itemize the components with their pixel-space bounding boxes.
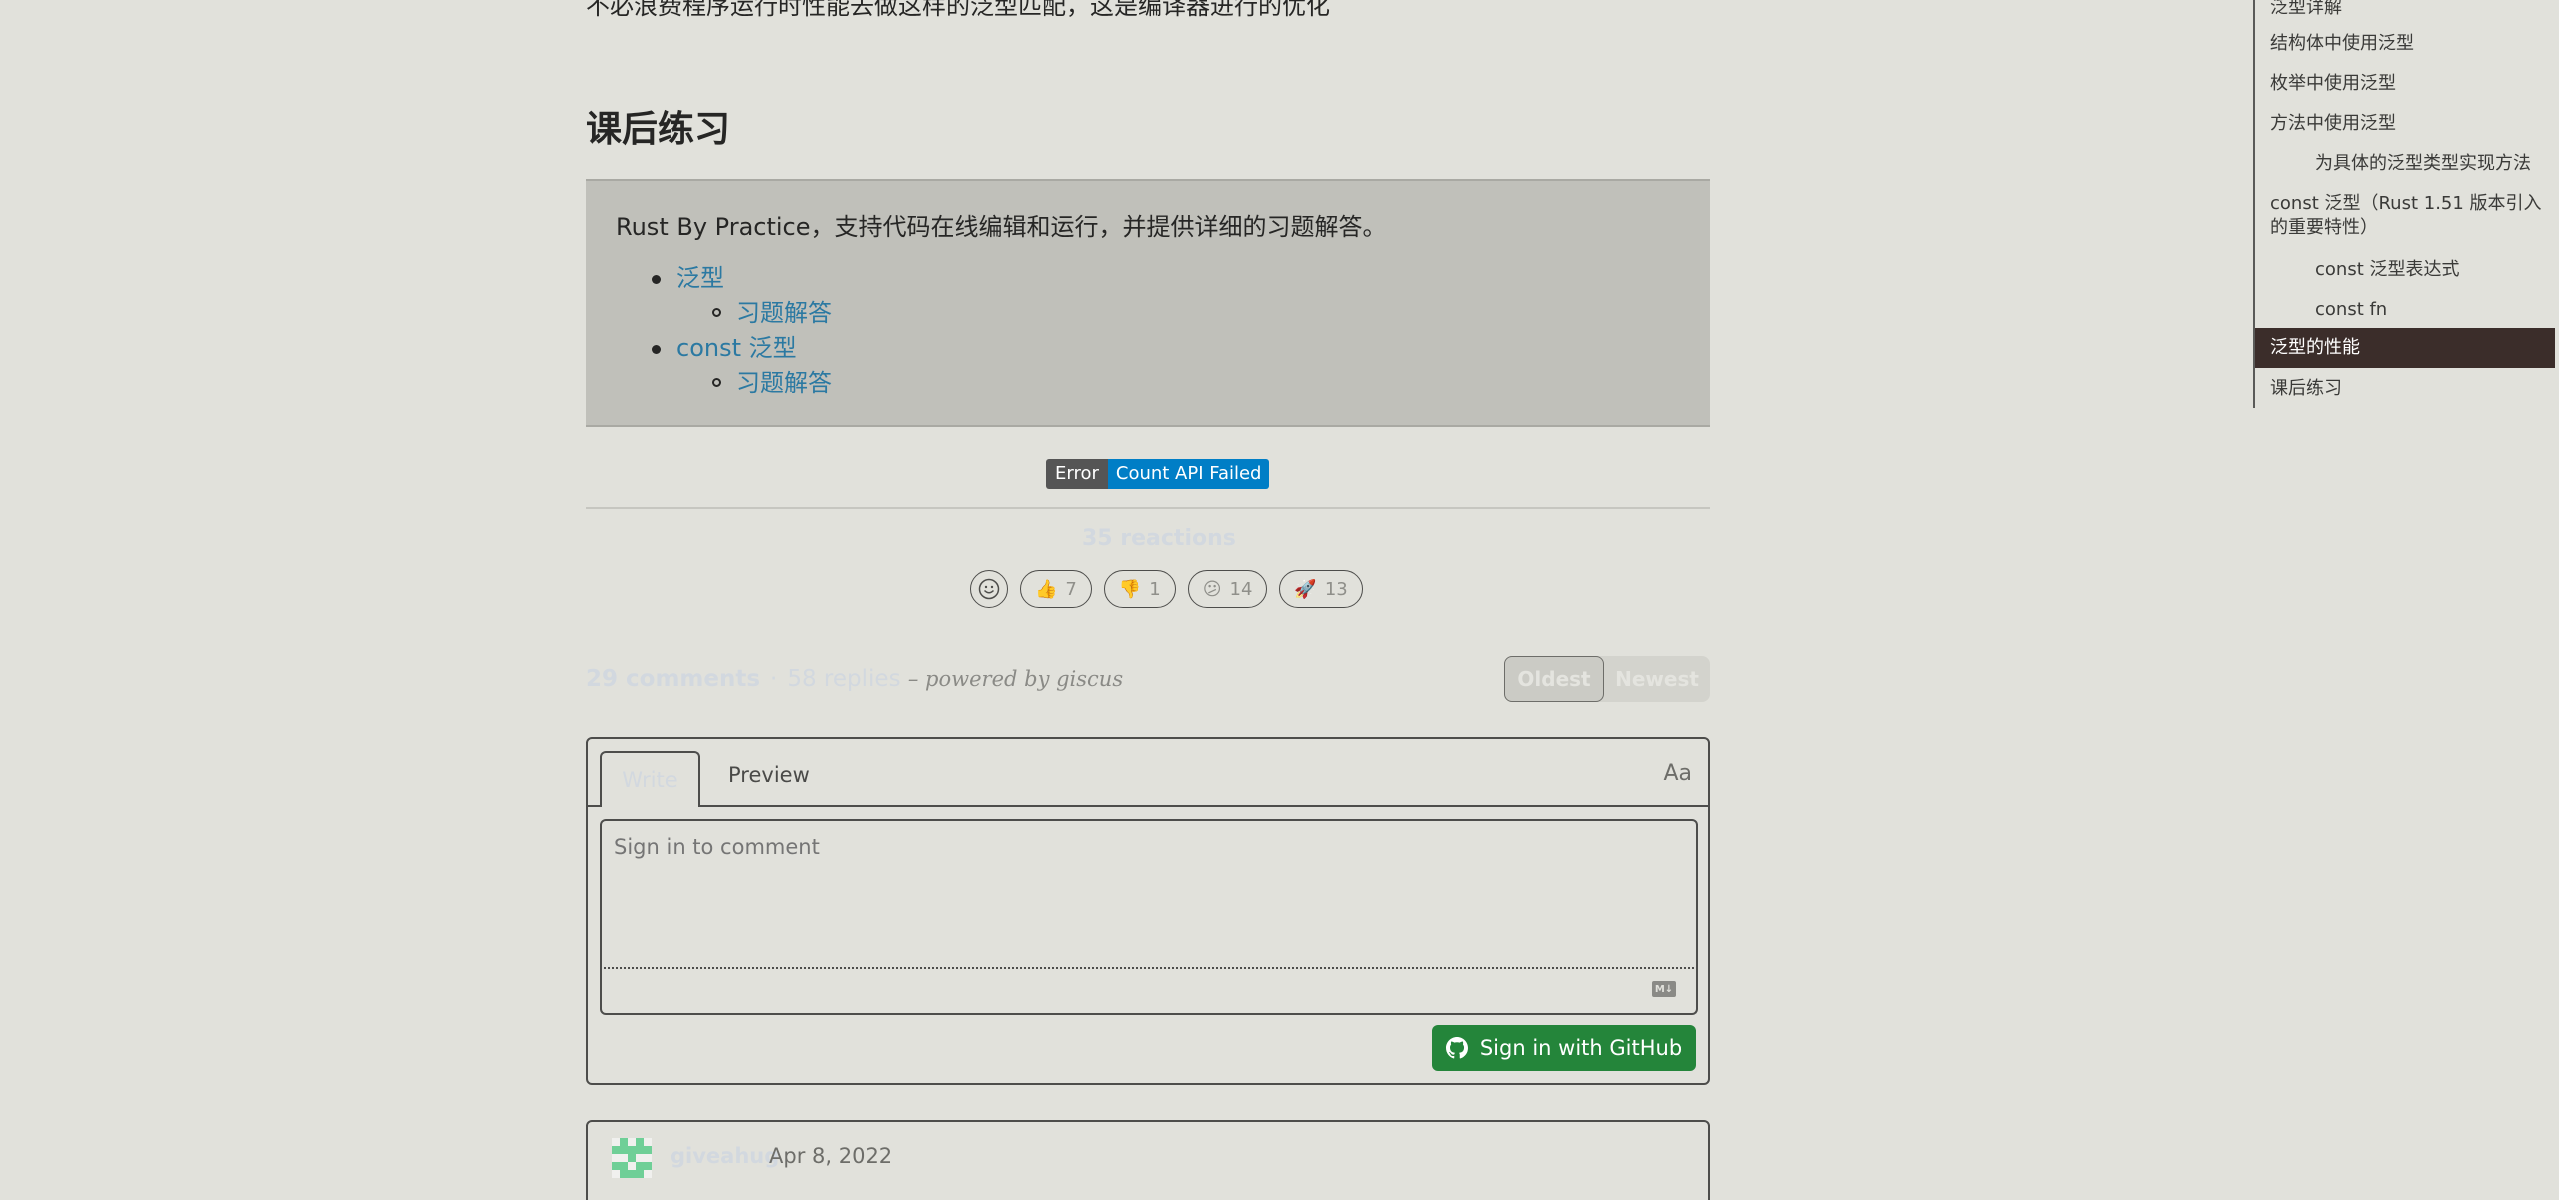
list-item: 习题解答 <box>712 296 832 331</box>
reaction-thumbs-up[interactable]: 👍 7 <box>1020 570 1092 608</box>
reaction-count: 13 <box>1324 578 1348 600</box>
sign-in-github-button[interactable]: Sign in with GitHub <box>1432 1025 1696 1071</box>
page: 不必浪费程序运行时性能去做这样的泛型匹配，这是编译器进行的优化 课后练习 Rus… <box>0 0 2559 1200</box>
visit-count-badge: Error Count API Failed <box>1046 459 1270 489</box>
sort-toggle: Oldest Newest <box>1504 656 1710 702</box>
confused-face-icon: 😕 <box>1202 578 1222 600</box>
rocket-icon: 🚀 <box>1294 578 1317 600</box>
editor-footer: M↓ <box>600 969 1698 1015</box>
badge-message: Count API Failed <box>1107 459 1270 489</box>
github-icon <box>1445 1037 1468 1059</box>
toc-item[interactable]: const 泛型表达式 <box>2255 258 2555 282</box>
comment-author[interactable]: giveahug <box>670 1144 779 1168</box>
divider <box>586 507 1710 509</box>
list-item: 泛型 <box>652 261 832 296</box>
comment-date[interactable]: Apr 8, 2022 <box>769 1144 892 1168</box>
editor-tabs: Write Preview Aa <box>588 739 1708 807</box>
practice-links-list: 泛型 习题解答 const 泛型 习题解答 <box>652 261 832 401</box>
practice-blockquote: Rust By Practice，支持代码在线编辑和运行，并提供详细的习题解答。… <box>586 179 1710 427</box>
list-item: 习题解答 <box>712 366 832 401</box>
link-const-generics-solutions[interactable]: 习题解答 <box>736 369 832 397</box>
list-item: const 泛型 <box>652 331 832 366</box>
toc-item[interactable]: 枚举中使用泛型 <box>2255 72 2555 96</box>
table-of-contents: 泛型详解 结构体中使用泛型 枚举中使用泛型 方法中使用泛型 为具体的泛型类型实现… <box>2253 0 2555 408</box>
link-generics-solutions[interactable]: 习题解答 <box>736 299 832 327</box>
comment-editor: Write Preview Aa M↓ Sign in with GitHub <box>586 737 1710 1085</box>
reaction-confused[interactable]: 😕 14 <box>1187 570 1268 608</box>
add-reaction-button[interactable] <box>970 570 1008 608</box>
reaction-count: 14 <box>1229 578 1253 600</box>
thumbs-up-icon: 👍 <box>1035 578 1058 600</box>
tab-preview[interactable]: Preview <box>728 763 810 787</box>
toc-item[interactable]: const 泛型（Rust 1.51 版本引入的重要特性） <box>2255 192 2555 240</box>
link-generics[interactable]: 泛型 <box>676 264 724 292</box>
toc-item[interactable]: 方法中使用泛型 <box>2255 112 2555 136</box>
practice-description: Rust By Practice，支持代码在线编辑和运行，并提供详细的习题解答。 <box>616 213 1387 241</box>
toc-item[interactable]: 为具体的泛型类型实现方法 <box>2255 152 2555 176</box>
comment-card: giveahug Apr 8, 2022 <box>586 1120 1710 1200</box>
markdown-icon: M↓ <box>1652 981 1676 997</box>
tab-write[interactable]: Write <box>600 751 700 807</box>
sort-newest-button[interactable]: Newest <box>1604 656 1710 702</box>
article-cut-text: 不必浪费程序运行时性能去做这样的泛型匹配，这是编译器进行的优化 <box>586 0 1330 20</box>
reaction-count: 1 <box>1149 578 1161 600</box>
reactions-bar: 👍 7 👎 1 😕 14 🚀 13 <box>970 570 1363 608</box>
reaction-rocket[interactable]: 🚀 13 <box>1279 570 1363 608</box>
toc-item[interactable]: 课后练习 <box>2255 377 2555 401</box>
reaction-thumbs-down[interactable]: 👎 1 <box>1103 570 1176 608</box>
badge-label: Error <box>1046 459 1108 489</box>
sort-oldest-button[interactable]: Oldest <box>1504 656 1604 702</box>
powered-by-giscus[interactable]: – powered by giscus <box>908 667 1123 691</box>
link-const-generics[interactable]: const 泛型 <box>676 334 797 362</box>
discussion-summary: 29 comments · 58 replies – powered by gisc… <box>586 666 1123 692</box>
toc-item[interactable]: 泛型详解 <box>2255 0 2555 20</box>
sign-in-label: Sign in with GitHub <box>1479 1036 1683 1060</box>
toc-item[interactable]: const fn <box>2255 298 2555 322</box>
toc-item[interactable]: 结构体中使用泛型 <box>2255 32 2555 56</box>
comments-count: 29 comments <box>586 666 761 692</box>
reaction-count: 7 <box>1065 578 1077 600</box>
comment-input[interactable] <box>600 819 1698 969</box>
replies-count: 58 replies <box>787 666 901 692</box>
exercise-heading: 课后练习 <box>586 109 731 150</box>
thumbs-down-icon: 👎 <box>1118 578 1142 600</box>
separator-dot: · <box>770 666 778 692</box>
avatar[interactable] <box>612 1138 652 1178</box>
smiley-icon <box>978 578 1000 600</box>
reactions-count: 35 reactions <box>1082 526 1236 551</box>
toc-item-active[interactable]: 泛型的性能 <box>2255 328 2555 368</box>
font-size-toggle-button[interactable]: Aa <box>1663 761 1692 786</box>
